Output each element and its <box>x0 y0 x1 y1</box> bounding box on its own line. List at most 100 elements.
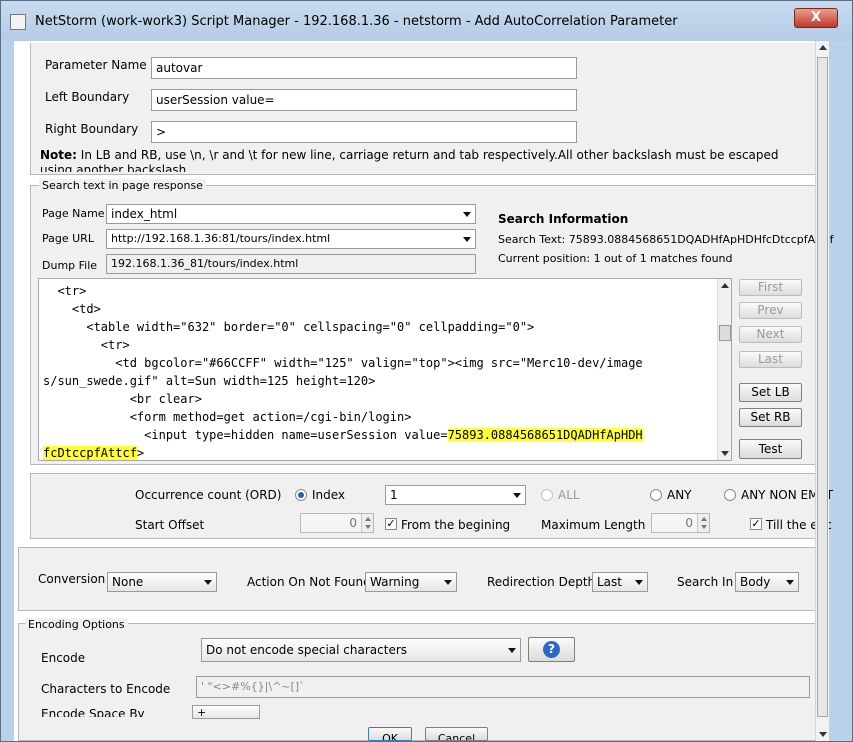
spinner-arrows-icon[interactable] <box>697 514 709 532</box>
page-response-viewer[interactable]: <tr> <td> <table width="632" border="0" … <box>38 278 732 461</box>
dialog-window: NetStorm (work-work3) Script Manager - 1… <box>0 0 853 742</box>
prev-button[interactable]: Prev <box>739 302 802 319</box>
note-text: In LB and RB, use \n, \r and \t for new … <box>40 148 779 172</box>
code-line: <tr> <box>43 338 130 352</box>
ok-button[interactable]: OK <box>368 727 412 741</box>
set-rb-button[interactable]: Set RB <box>739 408 802 427</box>
dialog-scrollbar[interactable] <box>815 41 829 741</box>
title-bar[interactable]: NetStorm (work-work3) Script Manager - 1… <box>1 1 852 41</box>
chevron-down-icon <box>513 493 521 498</box>
window-title: NetStorm (work-work3) Script Manager - 1… <box>35 14 678 29</box>
next-button[interactable]: Next <box>739 326 802 343</box>
match-highlight: fcDtccpfAttcf <box>43 446 137 460</box>
spinner-arrows-icon[interactable] <box>361 514 373 532</box>
parameter-panel: Parameter Name autovar Left Boundary use… <box>30 43 823 175</box>
code-line: <tr> <box>43 284 87 298</box>
search-group-title: Search text in page response <box>39 179 206 192</box>
maximum-length-spinner[interactable]: 0 <box>651 513 710 533</box>
code-line: <form method=get action=/cgi-bin/login> <box>43 410 412 424</box>
encode-space-by-dropdown[interactable]: + <box>192 705 260 719</box>
code-line: <td bgcolor="#66CCFF" width="125" valign… <box>43 356 643 370</box>
chevron-down-icon <box>508 648 516 653</box>
conversion-panel: Conversion None Action On Not Found Warn… <box>18 547 823 611</box>
start-offset-value: 0 <box>349 516 357 530</box>
code-line-end: > <box>136 446 145 460</box>
search-text-info: Search Text: 75893.0884568651DQADHfApHDH… <box>498 233 834 246</box>
right-boundary-input[interactable]: > <box>151 121 577 143</box>
redirection-depth-label: Redirection Depth <box>487 575 596 589</box>
index-value: 1 <box>390 488 398 502</box>
from-beginning-label: From the begining <box>401 518 511 532</box>
all-radio-label: ALL <box>558 488 580 502</box>
left-boundary-label: Left Boundary <box>45 90 130 104</box>
scroll-thumb[interactable] <box>719 325 731 341</box>
action-on-not-found-dropdown[interactable]: Warning <box>365 572 457 592</box>
scroll-up-icon[interactable] <box>721 283 729 288</box>
left-boundary-input[interactable]: userSession value= <box>151 89 577 111</box>
encode-value: Do not encode special characters <box>206 643 408 657</box>
code-line: s/sun_swede.gif" alt=Sun width=125 heigh… <box>43 374 376 388</box>
redirection-value: Last <box>597 575 622 589</box>
encode-label: Encode <box>41 651 86 665</box>
dump-file-field: 192.168.1.36_81/tours/index.html <box>106 254 476 274</box>
index-dropdown[interactable]: 1 <box>385 485 526 505</box>
till-end-checkbox[interactable]: ✓ <box>750 518 762 530</box>
action-on-not-found-label: Action On Not Found <box>247 575 371 589</box>
maximum-length-value: 0 <box>685 516 693 530</box>
search-information-title: Search Information <box>498 212 629 226</box>
page-name-value: index_html <box>111 207 178 221</box>
chevron-down-icon <box>204 580 212 585</box>
all-radio[interactable] <box>541 489 553 501</box>
search-in-label: Search In <box>677 575 734 589</box>
page-url-label: Page URL <box>42 232 94 245</box>
app-icon <box>10 14 26 30</box>
search-in-value: Body <box>740 575 771 589</box>
scroll-down-icon[interactable] <box>721 451 729 456</box>
chevron-down-icon <box>463 212 471 217</box>
code-line-with-match: <input type=hidden name=userSession valu… <box>43 428 643 442</box>
page-url-dropdown[interactable]: http://192.168.1.36:81/tours/index.html <box>106 229 476 249</box>
encoding-group: Encoding Options Encode Do not encode sp… <box>18 618 823 741</box>
from-beginning-checkbox[interactable]: ✓ <box>385 518 397 530</box>
test-button[interactable]: Test <box>739 439 802 459</box>
first-button[interactable]: First <box>739 279 802 296</box>
page-url-value: http://192.168.1.36:81/tours/index.html <box>111 232 331 245</box>
any-radio[interactable] <box>650 489 662 501</box>
boundary-note: Note: In LB and RB, use \n, \r and \t fo… <box>40 148 810 172</box>
encode-dropdown[interactable]: Do not encode special characters <box>201 638 521 662</box>
parameter-name-label: Parameter Name <box>45 58 147 72</box>
any-radio-label: ANY <box>667 488 692 502</box>
last-button[interactable]: Last <box>739 351 802 368</box>
parameter-name-input[interactable]: autovar <box>151 57 577 79</box>
conversion-dropdown[interactable]: None <box>107 572 217 592</box>
help-button[interactable]: ? <box>528 637 575 662</box>
code-line: <td> <box>43 302 101 316</box>
encoding-group-title: Encoding Options <box>25 618 128 631</box>
match-highlight: 75893.0884568651DQADHfApHDH <box>447 428 643 442</box>
encode-space-by-label: Encode Space By <box>41 707 145 717</box>
occurrence-panel: Occurrence count (ORD) Index 1 ALL ANY A… <box>30 473 833 539</box>
index-radio-label: Index <box>312 488 346 502</box>
conversion-label: Conversion <box>38 572 106 586</box>
occurrence-count-label: Occurrence count (ORD) <box>135 488 282 502</box>
code-scrollbar[interactable] <box>717 279 731 460</box>
code-line-with-match: fcDtccpfAttcf> <box>43 446 144 460</box>
help-icon: ? <box>543 641 560 658</box>
set-lb-button[interactable]: Set LB <box>739 383 802 402</box>
cancel-button[interactable]: Cancel <box>425 727 488 741</box>
encode-space-value: + <box>197 706 207 719</box>
close-button[interactable]: X <box>794 8 838 28</box>
index-radio[interactable] <box>295 489 307 501</box>
scroll-thumb[interactable] <box>817 57 828 717</box>
action-value: Warning <box>370 575 420 589</box>
redirection-depth-dropdown[interactable]: Last <box>592 572 648 592</box>
code-line: <br clear> <box>43 392 202 406</box>
chevron-down-icon <box>786 580 794 585</box>
scroll-up-icon[interactable] <box>819 45 827 50</box>
start-offset-spinner[interactable]: 0 <box>300 513 374 533</box>
maximum-length-label: Maximum Length <box>541 518 646 532</box>
page-name-dropdown[interactable]: index_html <box>106 204 476 224</box>
scroll-down-icon[interactable] <box>819 732 827 737</box>
search-in-dropdown[interactable]: Body <box>735 572 799 592</box>
any-non-empty-radio[interactable] <box>724 489 736 501</box>
